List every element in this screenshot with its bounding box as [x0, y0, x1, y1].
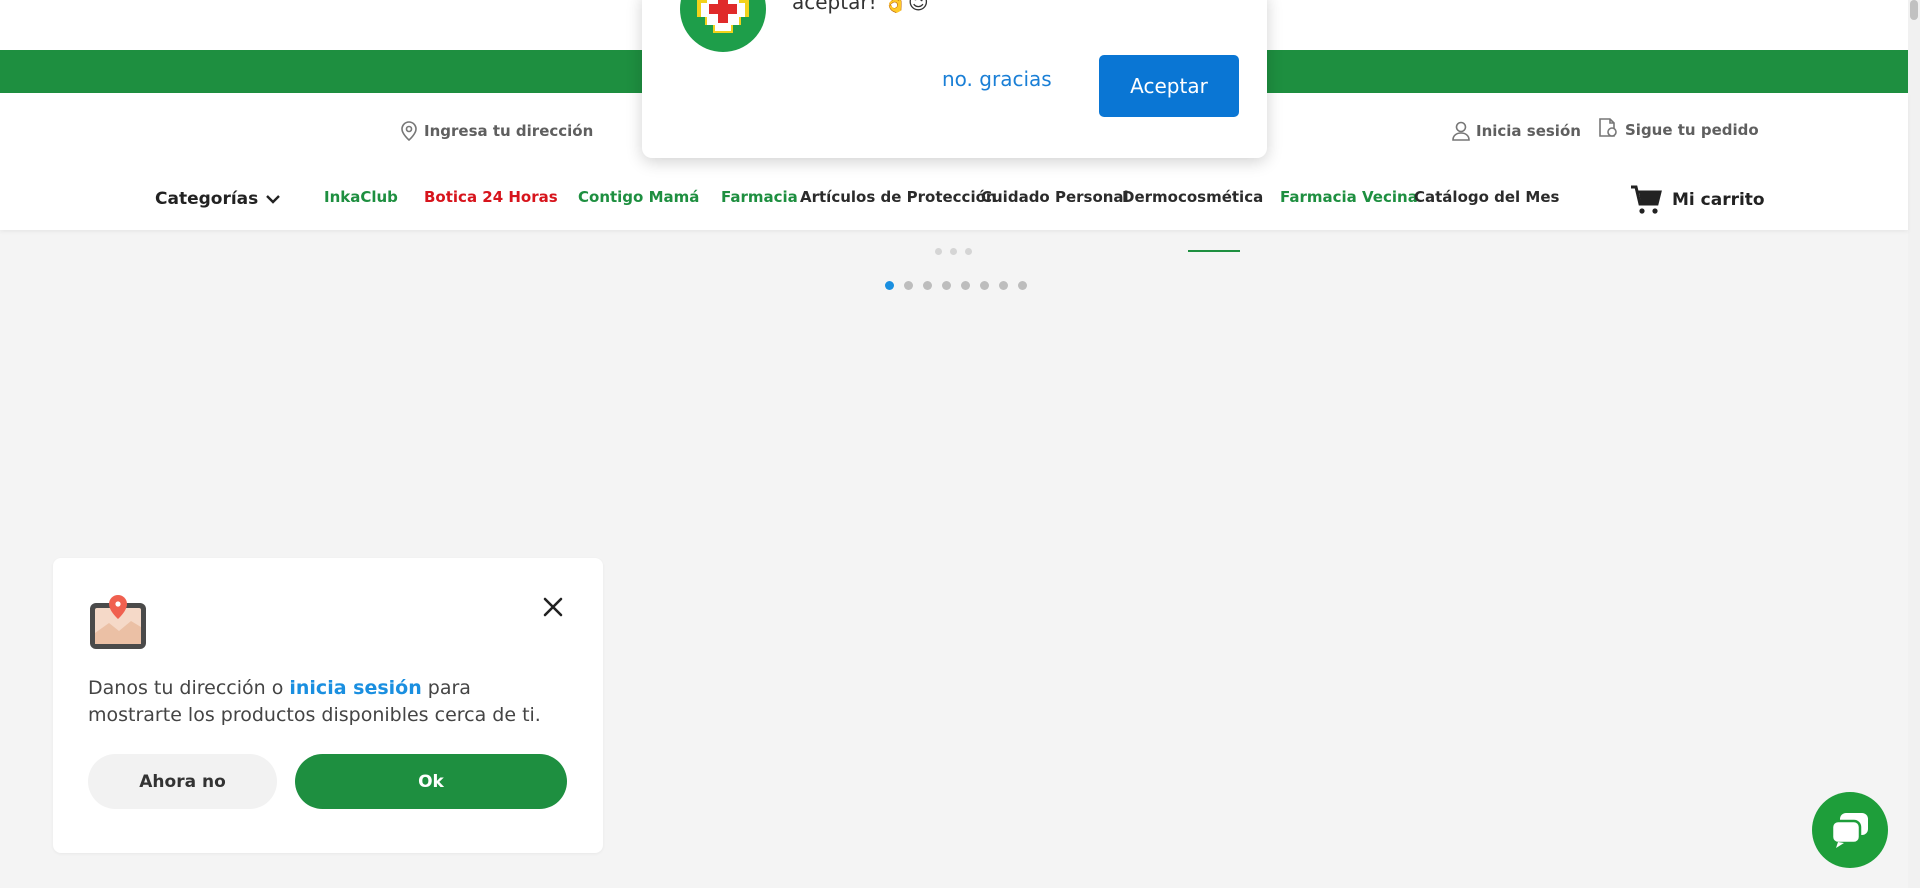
- login-inline-link[interactable]: inicia sesión: [289, 677, 421, 699]
- map-pin-icon: [88, 593, 148, 655]
- carousel-dot[interactable]: [999, 281, 1008, 290]
- scrollbar-thumb[interactable]: [1910, 0, 1918, 20]
- close-icon[interactable]: [540, 594, 566, 620]
- nav-item-catalogo-mes[interactable]: Catálogo del Mes: [1414, 188, 1559, 206]
- nav-item-articulos-proteccion[interactable]: Artículos de Protección: [800, 188, 997, 206]
- search-underline: [1188, 250, 1240, 252]
- nav-item-dermocosmetica[interactable]: Dermocosmética: [1122, 188, 1263, 206]
- cart-label: Mi carrito: [1672, 190, 1765, 210]
- nav-item-contigo-mama[interactable]: Contigo Mamá: [578, 188, 699, 206]
- nav-item-farmacia[interactable]: Farmacia: [721, 188, 798, 206]
- not-now-button[interactable]: Ahora no: [88, 754, 277, 809]
- loading-dots: [935, 248, 972, 255]
- chevron-down-icon: [266, 195, 281, 204]
- carousel-dot[interactable]: [942, 281, 951, 290]
- login-link[interactable]: Inicia sesión: [1452, 121, 1581, 141]
- push-notification-prompt: aceptar! 👌😉 no. gracias Aceptar: [642, 0, 1267, 158]
- login-link-label: Inicia sesión: [1476, 122, 1581, 140]
- carousel-dot[interactable]: [885, 281, 894, 290]
- carousel-dot[interactable]: [961, 281, 970, 290]
- ok-button[interactable]: Ok: [295, 754, 567, 809]
- page-scrollbar[interactable]: [1908, 0, 1920, 888]
- carousel-dot[interactable]: [904, 281, 913, 290]
- location-prompt-card: Danos tu dirección o inicia sesión para …: [53, 558, 603, 853]
- track-order-link[interactable]: Sigue tu pedido: [1597, 117, 1759, 139]
- location-prompt-text: Danos tu dirección o inicia sesión para …: [88, 675, 568, 729]
- chat-bubbles-icon: [1830, 813, 1868, 848]
- nav-item-farmacia-vecina[interactable]: Farmacia Vecina: [1280, 188, 1418, 206]
- categories-menu[interactable]: Categorías: [155, 189, 281, 209]
- pharmacy-logo: [680, 0, 766, 52]
- user-icon: [1452, 121, 1470, 141]
- pharmacy-cross-icon: [697, 0, 749, 33]
- carousel-dot[interactable]: [1018, 281, 1027, 290]
- notification-message: aceptar! 👌😉: [792, 0, 929, 14]
- nav-item-cuidado-personal[interactable]: Cuidado Personal: [981, 188, 1129, 206]
- categories-label: Categorías: [155, 189, 259, 209]
- nav-item-inkaclub[interactable]: InkaClub: [324, 188, 398, 206]
- track-order-label: Sigue tu pedido: [1625, 121, 1759, 139]
- address-link[interactable]: Ingresa tu dirección: [400, 121, 593, 141]
- chat-button[interactable]: [1812, 792, 1888, 868]
- nav-item-botica-24-horas[interactable]: Botica 24 Horas: [424, 188, 558, 206]
- carousel-dot[interactable]: [923, 281, 932, 290]
- shopping-cart-icon: [1631, 185, 1662, 214]
- cart-button[interactable]: Mi carrito: [1630, 185, 1765, 215]
- carousel-dot[interactable]: [980, 281, 989, 290]
- package-tracking-icon: [1599, 118, 1617, 137]
- address-link-label: Ingresa tu dirección: [424, 122, 594, 140]
- accept-notifications-button[interactable]: Aceptar: [1099, 55, 1239, 117]
- decline-notifications-button[interactable]: no. gracias: [942, 67, 1052, 91]
- carousel-pagination: [885, 281, 1027, 290]
- location-pin-icon: [401, 121, 417, 141]
- location-text-start: Danos tu dirección o: [88, 677, 290, 699]
